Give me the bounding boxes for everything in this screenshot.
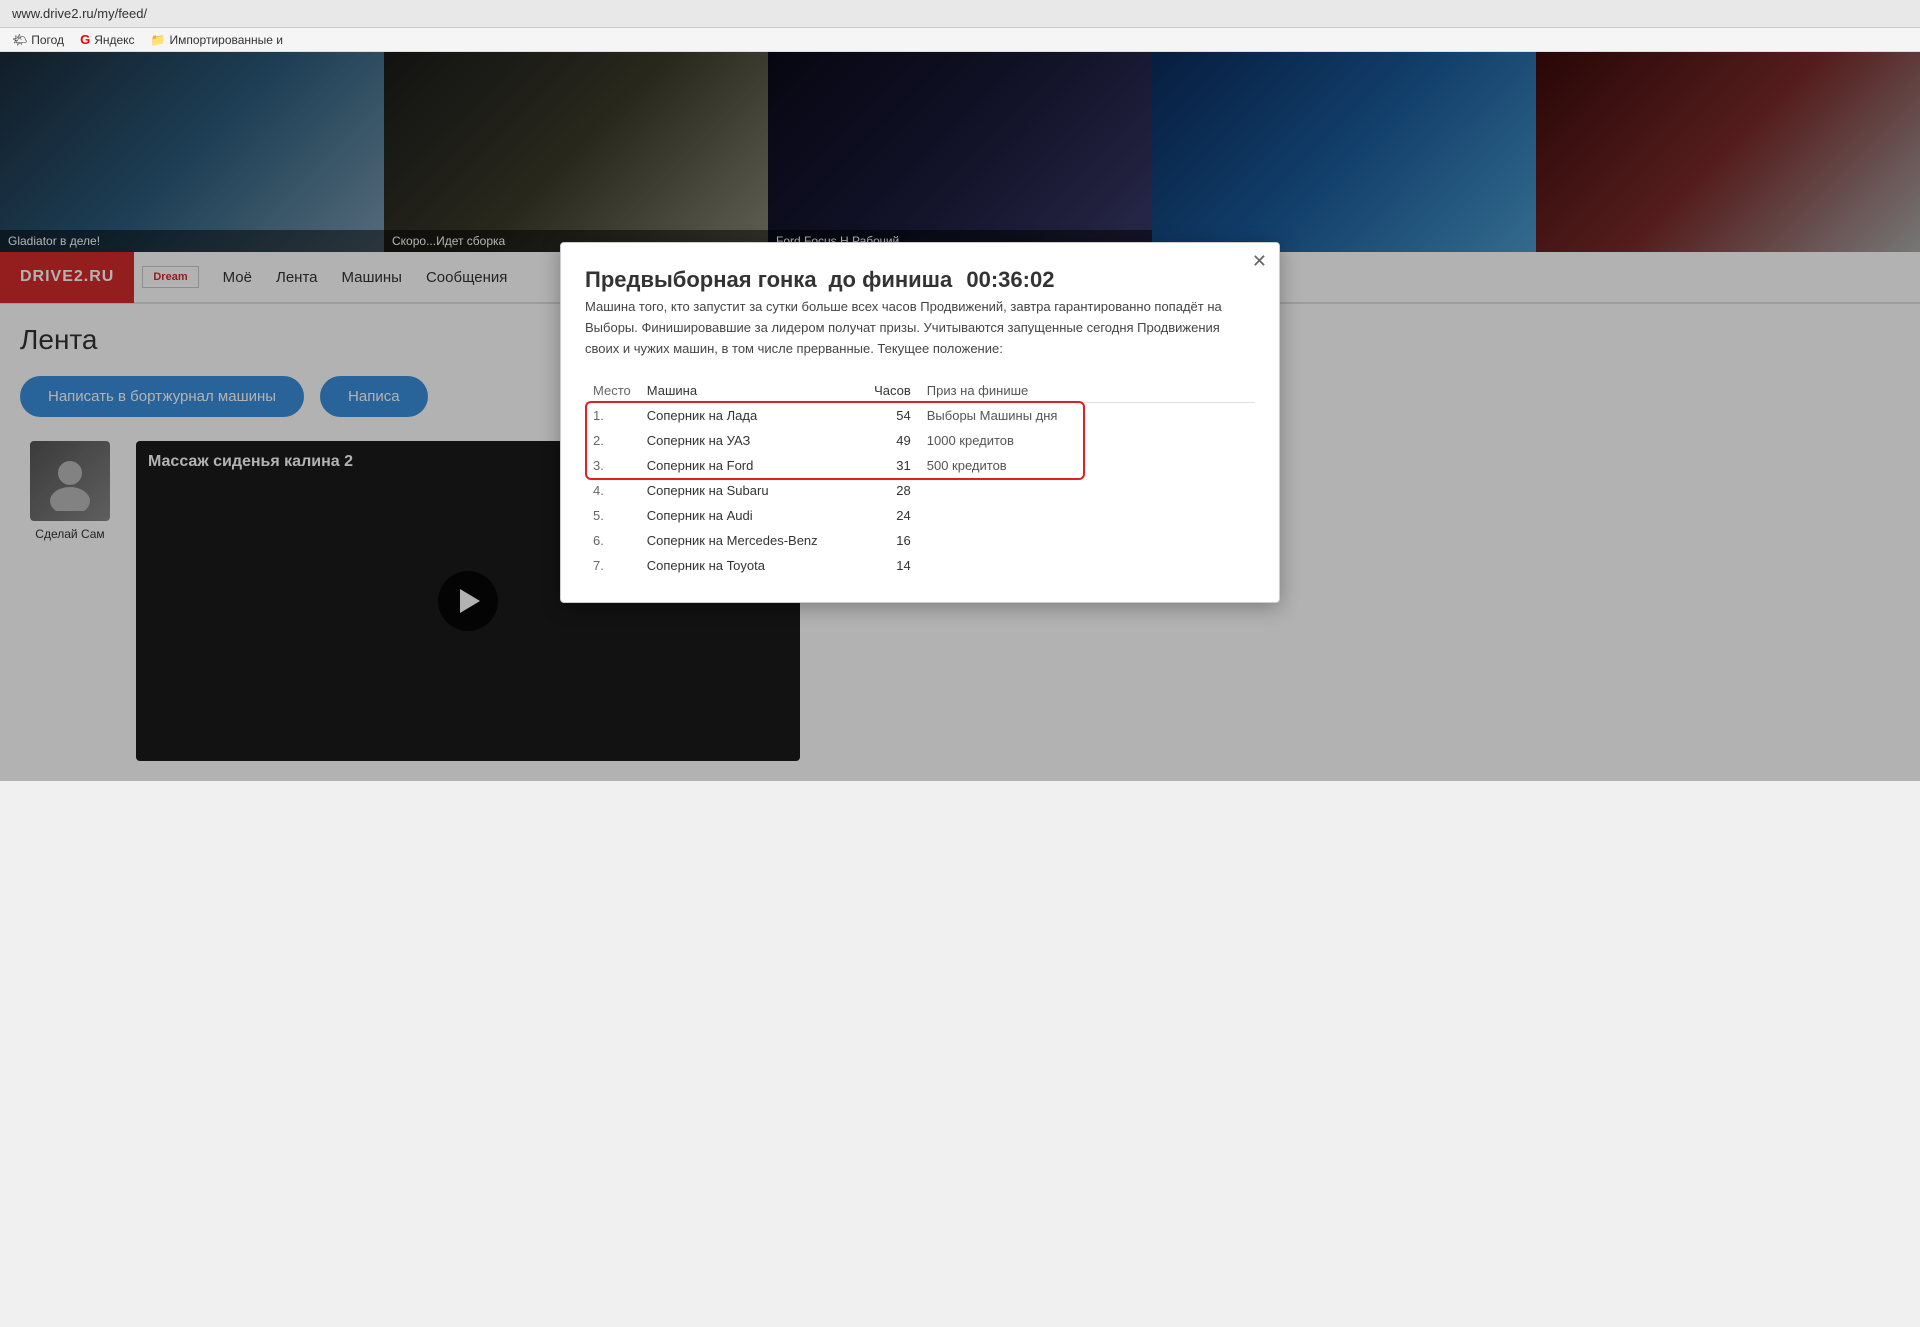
row-place: 7. — [585, 553, 639, 578]
row-prize: Выборы Машины дня — [919, 403, 1255, 429]
row-hours: 28 — [859, 478, 919, 503]
row-prize — [919, 553, 1255, 578]
row-hours: 49 — [859, 428, 919, 453]
table-row: 4. Соперник на Subaru 28 — [585, 478, 1255, 503]
browser-address-bar: www.drive2.ru/my/feed/ — [0, 0, 1920, 28]
row-place: 1. — [585, 403, 639, 429]
row-place: 5. — [585, 503, 639, 528]
modal-timer-label: до финиша 00:36:02 — [829, 267, 1055, 293]
row-hours: 24 — [859, 503, 919, 528]
address-url: www.drive2.ru/my/feed/ — [12, 6, 147, 21]
modal-title-text: Предвыборная гонка — [585, 267, 817, 293]
col-place: Место — [585, 379, 639, 403]
table-row: 5. Соперник на Audi 24 — [585, 503, 1255, 528]
table-row: 7. Соперник на Toyota 14 — [585, 553, 1255, 578]
bookmark-weather[interactable]: 🌤 Погод — [12, 33, 64, 47]
row-place: 4. — [585, 478, 639, 503]
row-hours: 31 — [859, 453, 919, 478]
row-prize: 1000 кредитов — [919, 428, 1255, 453]
row-prize: 500 кредитов — [919, 453, 1255, 478]
col-prize: Приз на финише — [919, 379, 1255, 403]
race-modal: ✕ Предвыборная гонка до финиша 00:36:02 … — [560, 242, 1280, 603]
row-prize — [919, 503, 1255, 528]
race-table-wrapper: Место Машина Часов Приз на финише 1. Соп… — [585, 379, 1255, 578]
row-place: 2. — [585, 428, 639, 453]
col-hours: Часов — [859, 379, 919, 403]
folder-icon: 📁 — [151, 33, 166, 47]
row-car: Соперник на Subaru — [639, 478, 859, 503]
table-row: 3. Соперник на Ford 31 500 кредитов — [585, 453, 1255, 478]
bookmarks-bar: 🌤 Погод G Яндекс 📁 Импортированные и — [0, 28, 1920, 52]
bookmark-yandex[interactable]: G Яндекс — [80, 32, 134, 47]
row-car: Соперник на Audi — [639, 503, 859, 528]
col-car: Машина — [639, 379, 859, 403]
page-wrapper: Gladiator в деле! Скоро...Идет сборка Fo… — [0, 52, 1920, 781]
table-row: 1. Соперник на Лада 54 Выборы Машины дня — [585, 403, 1255, 429]
row-car: Соперник на Toyota — [639, 553, 859, 578]
row-prize — [919, 528, 1255, 553]
row-car: Соперник на Ford — [639, 453, 859, 478]
yandex-icon: G — [80, 32, 90, 47]
modal-title-row: Предвыборная гонка до финиша 00:36:02 — [585, 267, 1255, 293]
table-row: 6. Соперник на Mercedes-Benz 16 — [585, 528, 1255, 553]
table-row: 2. Соперник на УАЗ 49 1000 кредитов — [585, 428, 1255, 453]
weather-icon: 🌤 — [12, 33, 27, 47]
row-car: Соперник на Mercedes-Benz — [639, 528, 859, 553]
race-table: Место Машина Часов Приз на финише 1. Соп… — [585, 379, 1255, 578]
bookmark-imported[interactable]: 📁 Импортированные и — [151, 33, 283, 47]
row-car: Соперник на УАЗ — [639, 428, 859, 453]
row-car: Соперник на Лада — [639, 403, 859, 429]
row-place: 6. — [585, 528, 639, 553]
row-hours: 14 — [859, 553, 919, 578]
row-prize — [919, 478, 1255, 503]
modal-close-button[interactable]: ✕ — [1252, 251, 1267, 272]
modal-description: Машина того, кто запустит за сутки больш… — [585, 297, 1255, 359]
row-place: 3. — [585, 453, 639, 478]
modal-timer: 00:36:02 — [966, 267, 1054, 292]
row-hours: 16 — [859, 528, 919, 553]
row-hours: 54 — [859, 403, 919, 429]
